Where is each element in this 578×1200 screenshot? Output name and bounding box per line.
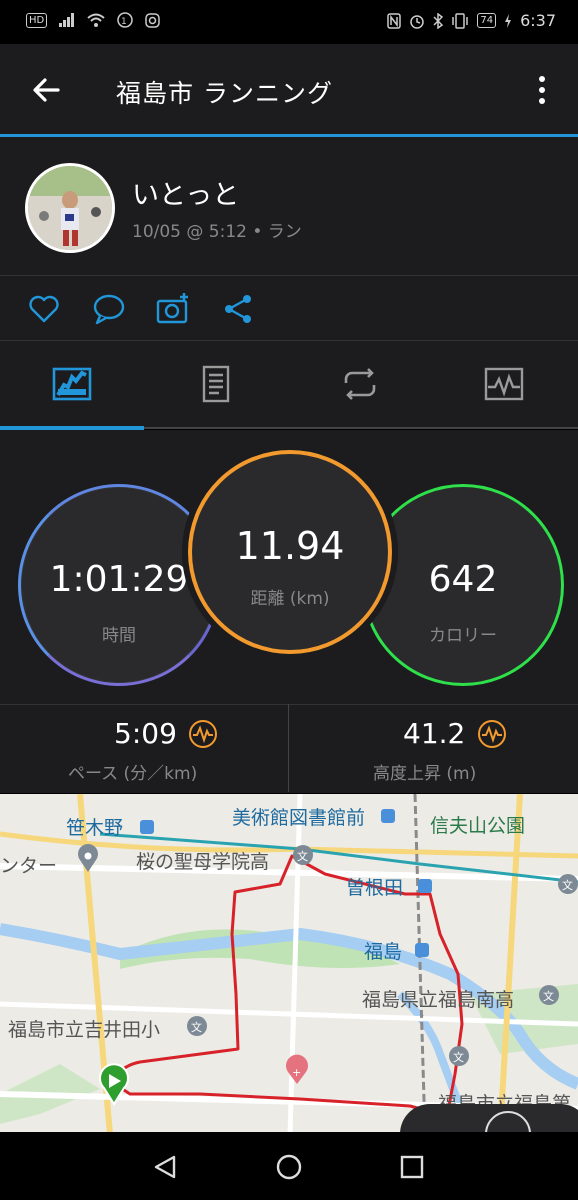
svg-text:文: 文 bbox=[191, 1020, 202, 1034]
charging-icon bbox=[505, 13, 512, 28]
more-options-icon[interactable] bbox=[532, 74, 552, 108]
data-saver-icon: 1 bbox=[117, 12, 133, 28]
svg-text:+: + bbox=[292, 1066, 301, 1079]
distance-ring: 11.94 距離 (km) bbox=[188, 450, 392, 654]
station-icon[interactable] bbox=[140, 820, 154, 834]
share-icon[interactable] bbox=[221, 292, 255, 326]
ascent-stat[interactable]: 41.2 高度上昇 (m) bbox=[289, 705, 577, 793]
station-icon[interactable] bbox=[418, 879, 432, 893]
map-label-sasakino: 笹木野 bbox=[66, 817, 123, 839]
nfc-icon bbox=[387, 12, 402, 29]
svg-text:文: 文 bbox=[562, 878, 573, 892]
stats-divider bbox=[288, 704, 289, 792]
map-label-school: 桜の聖母学院高 bbox=[136, 851, 269, 873]
svg-text:文: 文 bbox=[453, 1050, 464, 1064]
metric-rings: 1:01:29 時間 642 カロリー 11.94 距離 (km) bbox=[0, 430, 578, 704]
svg-text:1: 1 bbox=[121, 17, 127, 27]
map-label-museum: 美術館図書館前 bbox=[232, 807, 365, 829]
map-floating-button[interactable] bbox=[400, 1104, 578, 1134]
route-line bbox=[110, 854, 464, 1118]
tab-bar bbox=[0, 341, 578, 429]
clock: 6:37 bbox=[520, 11, 556, 30]
school-poi-icon[interactable]: 文 bbox=[187, 1016, 207, 1036]
pace-chart-icon bbox=[189, 720, 217, 748]
nav-home-icon[interactable] bbox=[276, 1154, 302, 1180]
time-value: 1:01:29 bbox=[49, 559, 189, 600]
school-poi-icon[interactable]: 文 bbox=[449, 1046, 469, 1066]
time-label: 時間 bbox=[102, 626, 136, 646]
pace-stat[interactable]: 5:09 ペース (分／km) bbox=[0, 705, 288, 793]
like-heart-icon[interactable] bbox=[27, 292, 61, 326]
map-label-center: ンター bbox=[0, 855, 57, 877]
map-label-park: 信夫山公園 bbox=[430, 815, 525, 837]
station-icon[interactable] bbox=[381, 809, 395, 823]
user-name: いとっと bbox=[132, 180, 240, 211]
school-poi-icon[interactable]: 文 bbox=[293, 845, 313, 865]
calories-ring: 642 カロリー bbox=[362, 484, 564, 686]
hd-badge: HD bbox=[26, 12, 48, 28]
vibrate-icon bbox=[452, 12, 469, 29]
tab-underline bbox=[144, 427, 578, 429]
map-label-yoshiida: 福島市立吉井田小 bbox=[8, 1019, 160, 1041]
activity-meta: 10/05 @ 5:12 • ラン bbox=[132, 222, 302, 242]
distance-value: 11.94 bbox=[235, 524, 345, 568]
instagram-icon bbox=[145, 12, 160, 28]
tab-graph-icon[interactable] bbox=[482, 363, 526, 407]
app-bar: 福島市 ランニング bbox=[0, 44, 578, 136]
ascent-chart-icon bbox=[478, 720, 506, 748]
svg-text:文: 文 bbox=[543, 989, 554, 1003]
road-highway bbox=[497, 794, 523, 1134]
add-photo-icon[interactable] bbox=[156, 292, 190, 326]
page-title: 福島市 ランニング bbox=[116, 79, 333, 108]
battery-icon: 74 bbox=[477, 13, 497, 28]
map-label-soneda: 曽根田 bbox=[346, 877, 403, 899]
ascent-value: 41.2 bbox=[403, 717, 466, 750]
map-label-minami: 福島県立福島南高 bbox=[362, 989, 514, 1011]
avatar[interactable] bbox=[25, 163, 115, 253]
stats-row: 5:09 ペース (分／km) 41.2 高度上昇 (m) bbox=[0, 704, 578, 793]
runner-photo bbox=[28, 166, 112, 250]
calories-value: 642 bbox=[428, 559, 498, 600]
signal-icon bbox=[59, 13, 75, 27]
nav-recents-icon[interactable] bbox=[400, 1155, 424, 1179]
nav-back-icon[interactable] bbox=[152, 1154, 178, 1180]
distance-label: 距離 (km) bbox=[250, 589, 330, 609]
station-icon[interactable] bbox=[415, 943, 429, 957]
wifi-icon bbox=[87, 13, 105, 27]
map-canvas: 文 文 文 文 文 + 笹木野 美術館図書館前 信夫山公園 ンター 桜の聖母学院… bbox=[0, 794, 578, 1134]
comment-icon[interactable] bbox=[92, 292, 126, 326]
back-arrow-icon[interactable] bbox=[28, 72, 64, 108]
tab-details-icon[interactable] bbox=[194, 363, 238, 407]
calories-label: カロリー bbox=[429, 626, 497, 646]
pace-value: 5:09 bbox=[114, 717, 177, 750]
status-bar: HD 1 74 6:37 bbox=[0, 0, 578, 44]
route-map[interactable]: 文 文 文 文 文 + 笹木野 美術館図書館前 信夫山公園 ンター 桜の聖母学院… bbox=[0, 794, 578, 1134]
school-poi-icon[interactable]: 文 bbox=[558, 874, 578, 894]
school-poi-icon[interactable]: 文 bbox=[539, 985, 559, 1005]
bluetooth-icon bbox=[433, 12, 444, 29]
tab-summary-chart-icon[interactable] bbox=[50, 363, 94, 407]
ascent-label: 高度上昇 (m) bbox=[373, 764, 477, 784]
profile-header: いとっと 10/05 @ 5:12 • ラン bbox=[0, 137, 578, 276]
action-row bbox=[0, 276, 578, 341]
system-nav-bar bbox=[0, 1132, 578, 1200]
svg-text:文: 文 bbox=[297, 849, 308, 863]
map-label-fukushima: 福島 bbox=[364, 941, 402, 963]
alarm-icon bbox=[410, 14, 425, 29]
time-ring: 1:01:29 時間 bbox=[18, 484, 220, 686]
pace-label: ペース (分／km) bbox=[68, 764, 198, 784]
tab-laps-icon[interactable] bbox=[338, 363, 382, 407]
